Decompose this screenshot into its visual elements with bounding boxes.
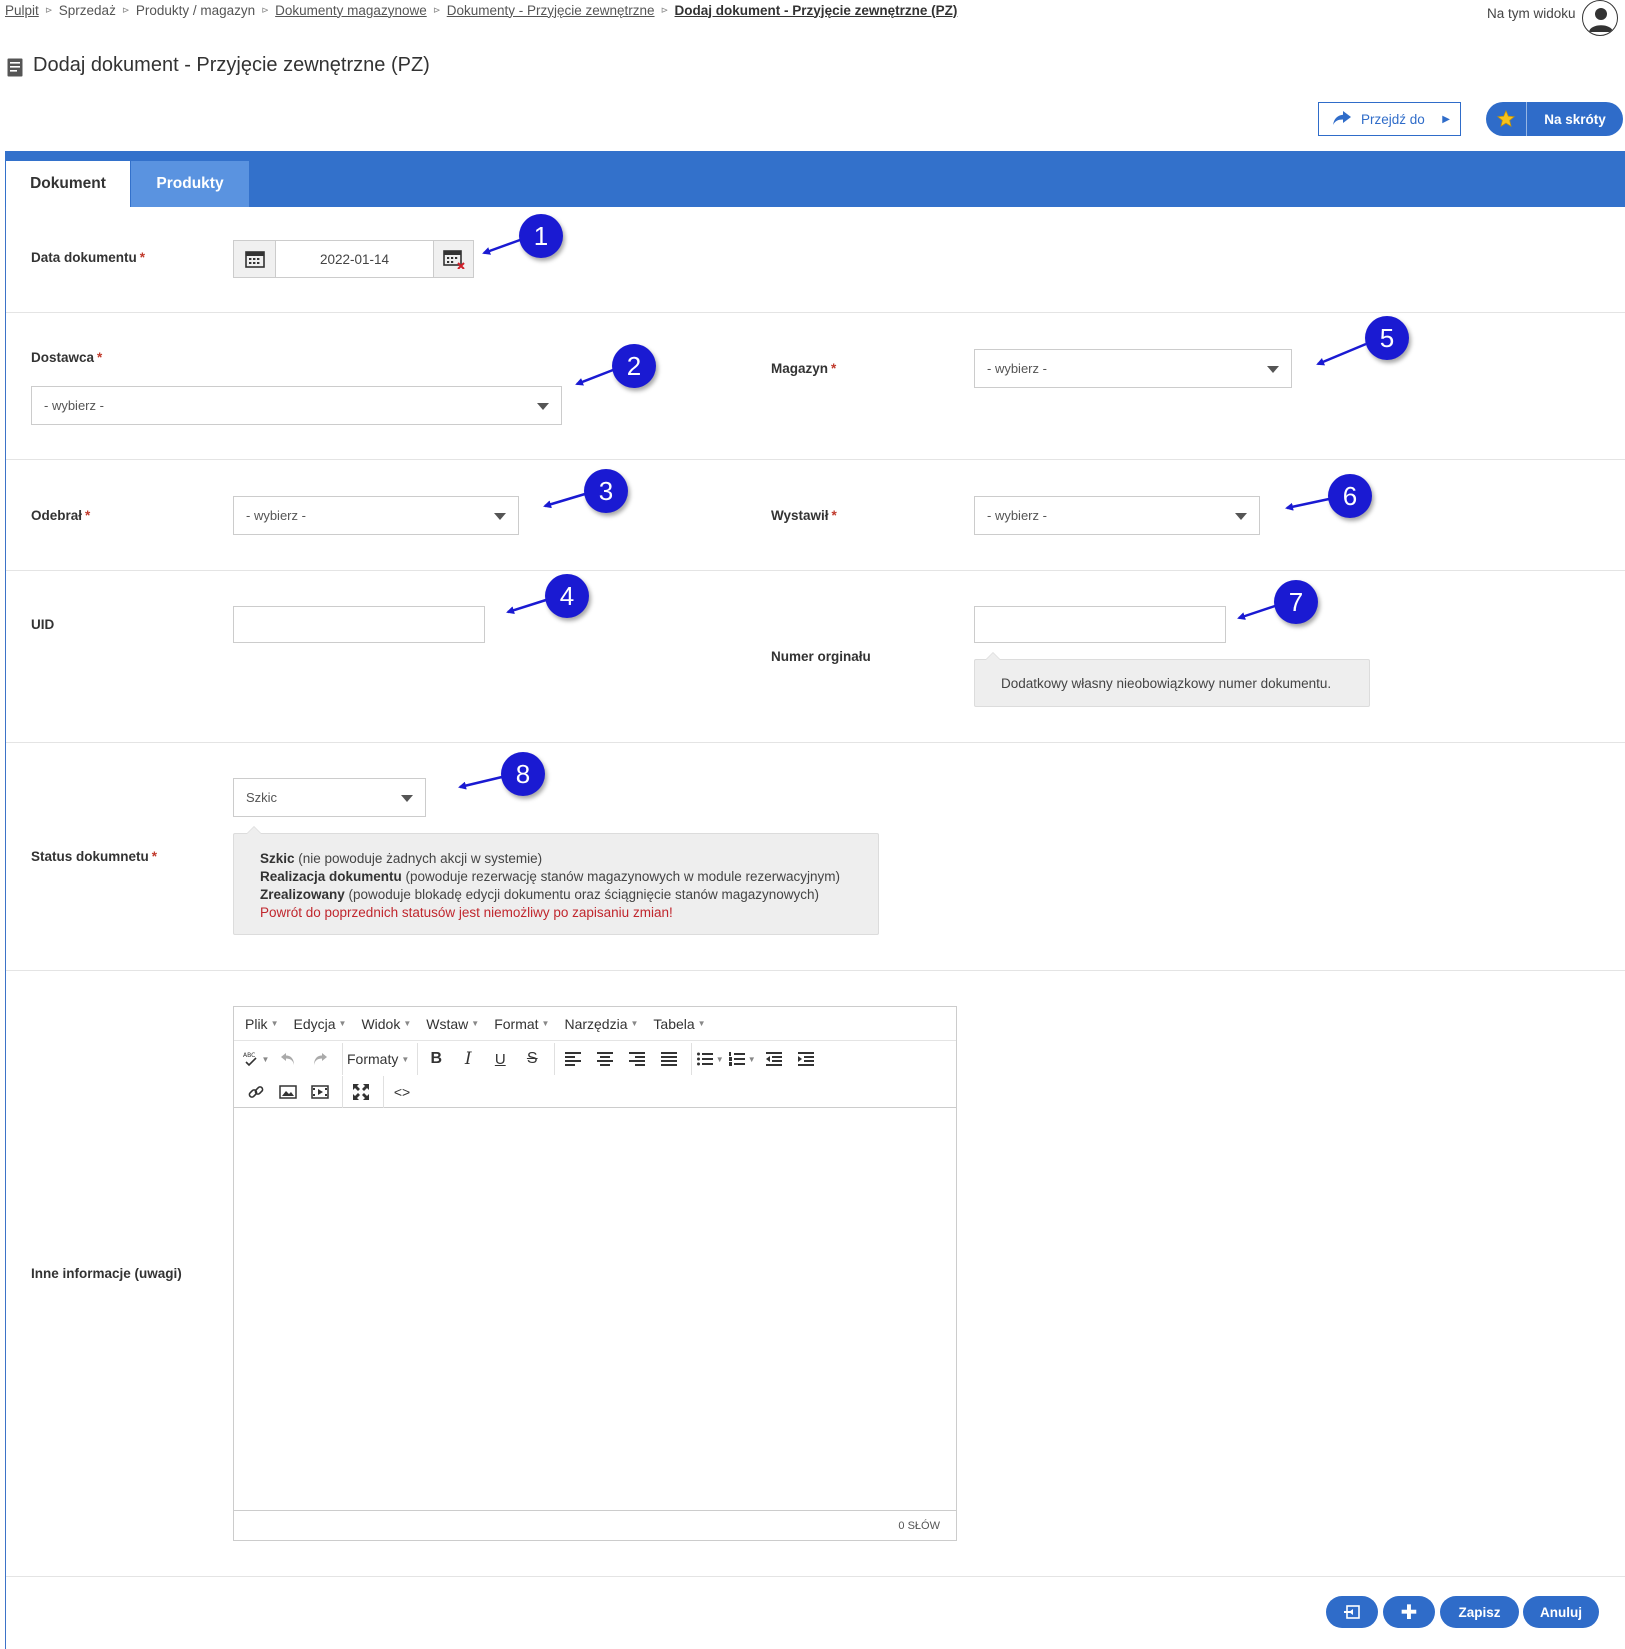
annotation-arrow-2 [575, 368, 614, 386]
annotation-arrow-8 [458, 775, 503, 790]
annotation-arrow-7 [1237, 604, 1276, 620]
annotation-arrow-3 [543, 492, 586, 509]
annotation-arrow-1 [482, 238, 521, 255]
annotation-arrow-5 [1316, 342, 1367, 366]
annotation-arrow-6 [1285, 497, 1330, 511]
annotation-arrow-4 [506, 598, 547, 615]
annotation-arrows [458, 238, 1367, 790]
